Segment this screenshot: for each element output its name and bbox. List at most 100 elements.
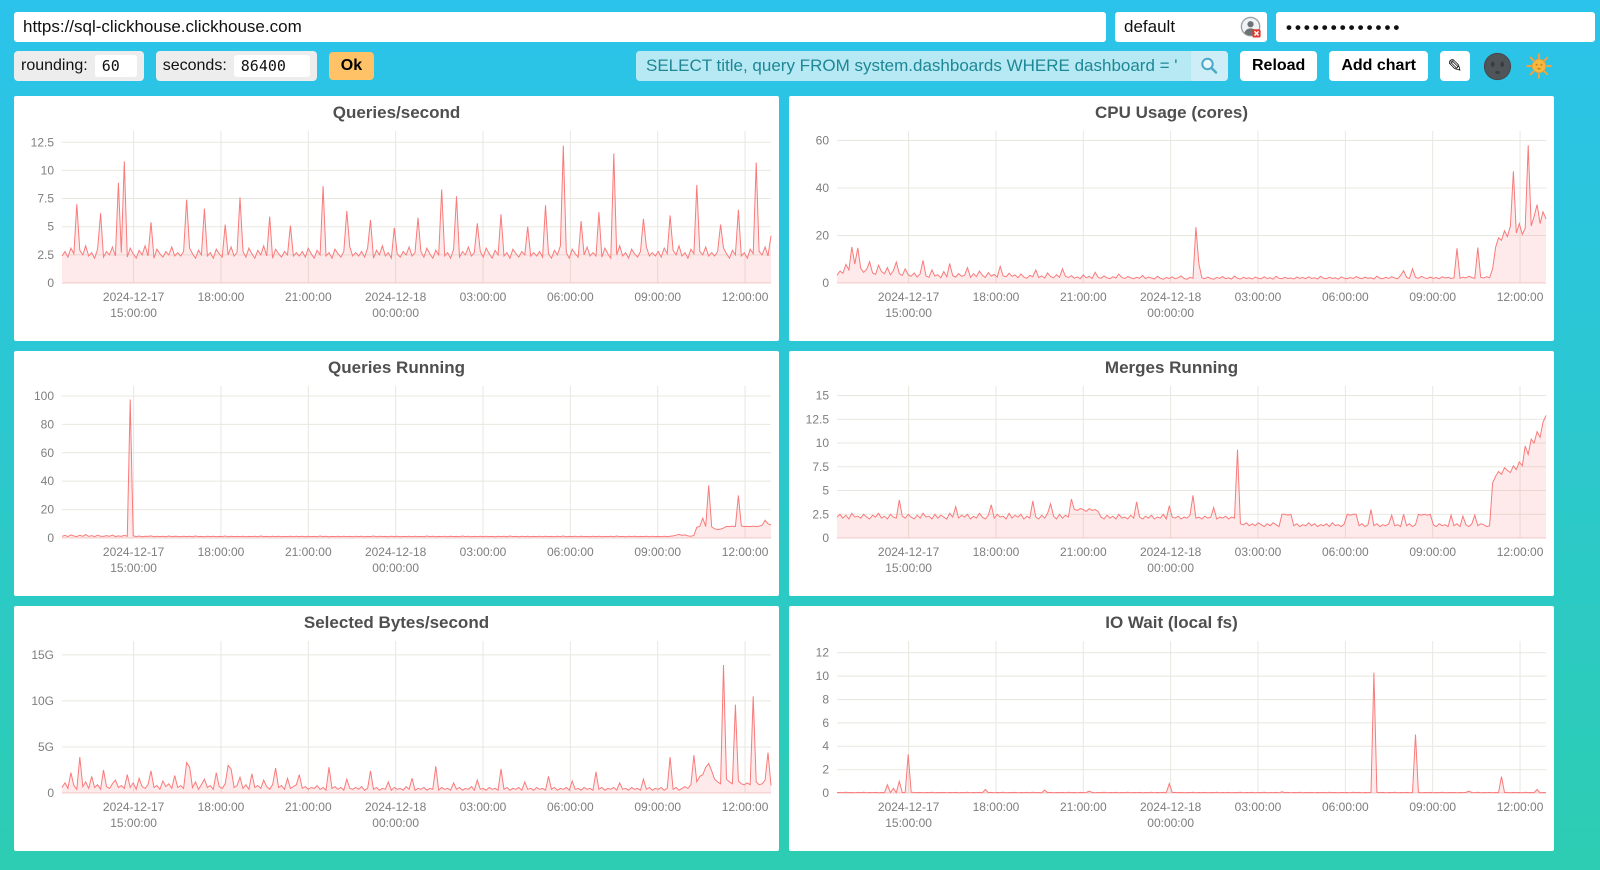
x-axis-tick-label: 06:00:00 [1322,545,1369,559]
user-field-wrap [1115,12,1267,42]
x-axis-tick-label: 06:00:00 [1322,290,1369,304]
y-axis-tick-label: 20 [816,229,830,243]
sun-face-icon [1526,53,1552,79]
series-line [62,665,771,790]
search-icon [1199,56,1219,76]
x-axis-tick-label: 09:00:00 [1409,800,1456,814]
x-axis-tick-label: 18:00:00 [973,800,1020,814]
y-axis-tick-label: 10 [816,669,830,683]
y-axis-tick-label: 40 [41,474,55,488]
y-axis-tick-label: 0 [47,531,54,545]
chart-title: Queries Running [14,358,779,378]
y-axis-tick-label: 5G [38,740,54,754]
y-axis-tick-label: 12 [816,646,830,660]
dark-theme-button[interactable] [1482,51,1512,81]
x-axis-tick-label: 15:00:00 [110,306,157,320]
x-axis-tick-label: 2024-12-17 [103,800,165,814]
x-axis-tick-label: 2024-12-17 [878,290,940,304]
y-axis-tick-label: 12.5 [31,135,55,149]
seconds-input[interactable] [234,55,310,77]
edit-charts-button[interactable]: ✎ [1440,51,1470,81]
y-axis-tick-label: 5 [47,220,54,234]
x-axis-tick-label: 21:00:00 [285,545,332,559]
x-axis-tick-label: 2024-12-18 [1140,290,1202,304]
y-axis-tick-label: 8 [822,692,829,706]
seconds-label: seconds: [163,57,227,75]
y-axis-tick-label: 10 [41,163,55,177]
seconds-control: seconds: [156,51,317,81]
url-input[interactable] [14,12,1106,42]
x-axis-tick-label: 12:00:00 [1497,800,1544,814]
series-line [62,400,771,537]
charts-grid: Queries/second 2024-12-1715:00:0018:00:0… [14,96,1554,851]
y-axis-tick-label: 2.5 [37,248,54,262]
x-axis-tick-label: 03:00:00 [460,545,507,559]
x-axis-tick-label: 03:00:00 [460,290,507,304]
y-axis-tick-label: 2.5 [812,507,829,521]
chart-title: Selected Bytes/second [14,613,779,633]
light-theme-button[interactable] [1524,51,1554,81]
x-axis-tick-label: 18:00:00 [198,545,245,559]
y-axis-tick-label: 10 [816,436,830,450]
chart-panel-queries-per-second: Queries/second 2024-12-1715:00:0018:00:0… [14,96,779,341]
rounding-input[interactable] [95,55,137,77]
chart-plot[interactable]: 2024-12-1715:00:0018:00:0021:00:002024-1… [789,378,1554,589]
chart-plot[interactable]: 2024-12-1715:00:0018:00:0021:00:002024-1… [14,378,779,589]
chart-plot[interactable]: 2024-12-1715:00:0018:00:0021:00:002024-1… [14,633,779,844]
y-axis-tick-label: 0 [822,531,829,545]
x-axis-tick-label: 12:00:00 [1497,290,1544,304]
x-axis-tick-label: 18:00:00 [973,545,1020,559]
x-axis-tick-label: 06:00:00 [547,545,594,559]
x-axis-tick-label: 2024-12-17 [878,800,940,814]
x-axis-tick-label: 15:00:00 [110,561,157,575]
moon-face-icon [1483,52,1512,81]
query-input[interactable] [636,51,1191,81]
y-axis-tick-label: 5 [822,484,829,498]
x-axis-tick-label: 2024-12-17 [878,545,940,559]
query-field-wrap [636,51,1228,81]
chart-plot[interactable]: 2024-12-1715:00:0018:00:0021:00:002024-1… [14,123,779,334]
x-axis-tick-label: 18:00:00 [198,290,245,304]
x-axis-tick-label: 03:00:00 [460,800,507,814]
chart-panel-io-wait: IO Wait (local fs) 2024-12-1715:00:0018:… [789,606,1554,851]
ok-button[interactable]: Ok [329,52,374,80]
x-axis-tick-label: 00:00:00 [1147,816,1194,830]
y-axis-tick-label: 0 [47,276,54,290]
x-axis-tick-label: 00:00:00 [1147,561,1194,575]
x-axis-tick-label: 18:00:00 [973,290,1020,304]
y-axis-tick-label: 0 [47,786,54,800]
x-axis-tick-label: 2024-12-18 [365,800,427,814]
x-axis-tick-label: 03:00:00 [1235,545,1282,559]
y-axis-tick-label: 60 [816,134,830,148]
y-axis-tick-label: 7.5 [812,460,829,474]
password-input[interactable]: ••••••••••••• [1276,12,1595,42]
chart-panel-cpu-usage: CPU Usage (cores) 2024-12-17 15:00:00 18:0… [789,96,1554,341]
connection-bar: ••••••••••••• [0,0,1600,42]
x-axis-tick-label: 15:00:00 [885,561,932,575]
chart-title: CPU Usage (cores) [789,103,1554,123]
series-area [837,145,1546,283]
x-axis-tick-label: 15:00:00 [110,816,157,830]
y-axis-tick-label: 7.5 [37,192,54,206]
series-line [837,673,1546,793]
y-axis-tick-label: 0 [822,786,829,800]
chart-panel-queries-running: Queries Running 2024-12-1715:00:0018:00:… [14,351,779,596]
reload-button[interactable]: Reload [1240,51,1317,81]
chart-panel-merges-running: Merges Running 2024-12-1715:00:0018:00:0… [789,351,1554,596]
chart-plot[interactable]: 2024-12-1715:00:0018:00:0021:00:002024-1… [789,123,1554,334]
x-axis-tick-label: 06:00:00 [547,800,594,814]
x-axis-tick-label: 15:00:00 [885,306,932,320]
series-area [837,673,1546,793]
series-line [837,145,1546,279]
x-axis-tick-label: 2024-12-18 [1140,545,1202,559]
add-chart-button[interactable]: Add chart [1329,51,1428,81]
rounding-control: rounding: [14,51,144,81]
y-axis-tick-label: 10G [31,694,54,708]
chart-plot[interactable]: 2024-12-1715:00:0018:00:0021:00:002024-1… [789,633,1554,844]
x-axis-tick-label: 00:00:00 [1147,306,1194,320]
x-axis-tick-label: 12:00:00 [722,290,769,304]
run-query-button[interactable] [1191,51,1228,81]
toolbar: rounding: seconds: Ok Reload Add chart ✎ [0,42,1600,84]
x-axis-tick-label: 12:00:00 [1497,545,1544,559]
x-axis-tick-label: 21:00:00 [1060,800,1107,814]
